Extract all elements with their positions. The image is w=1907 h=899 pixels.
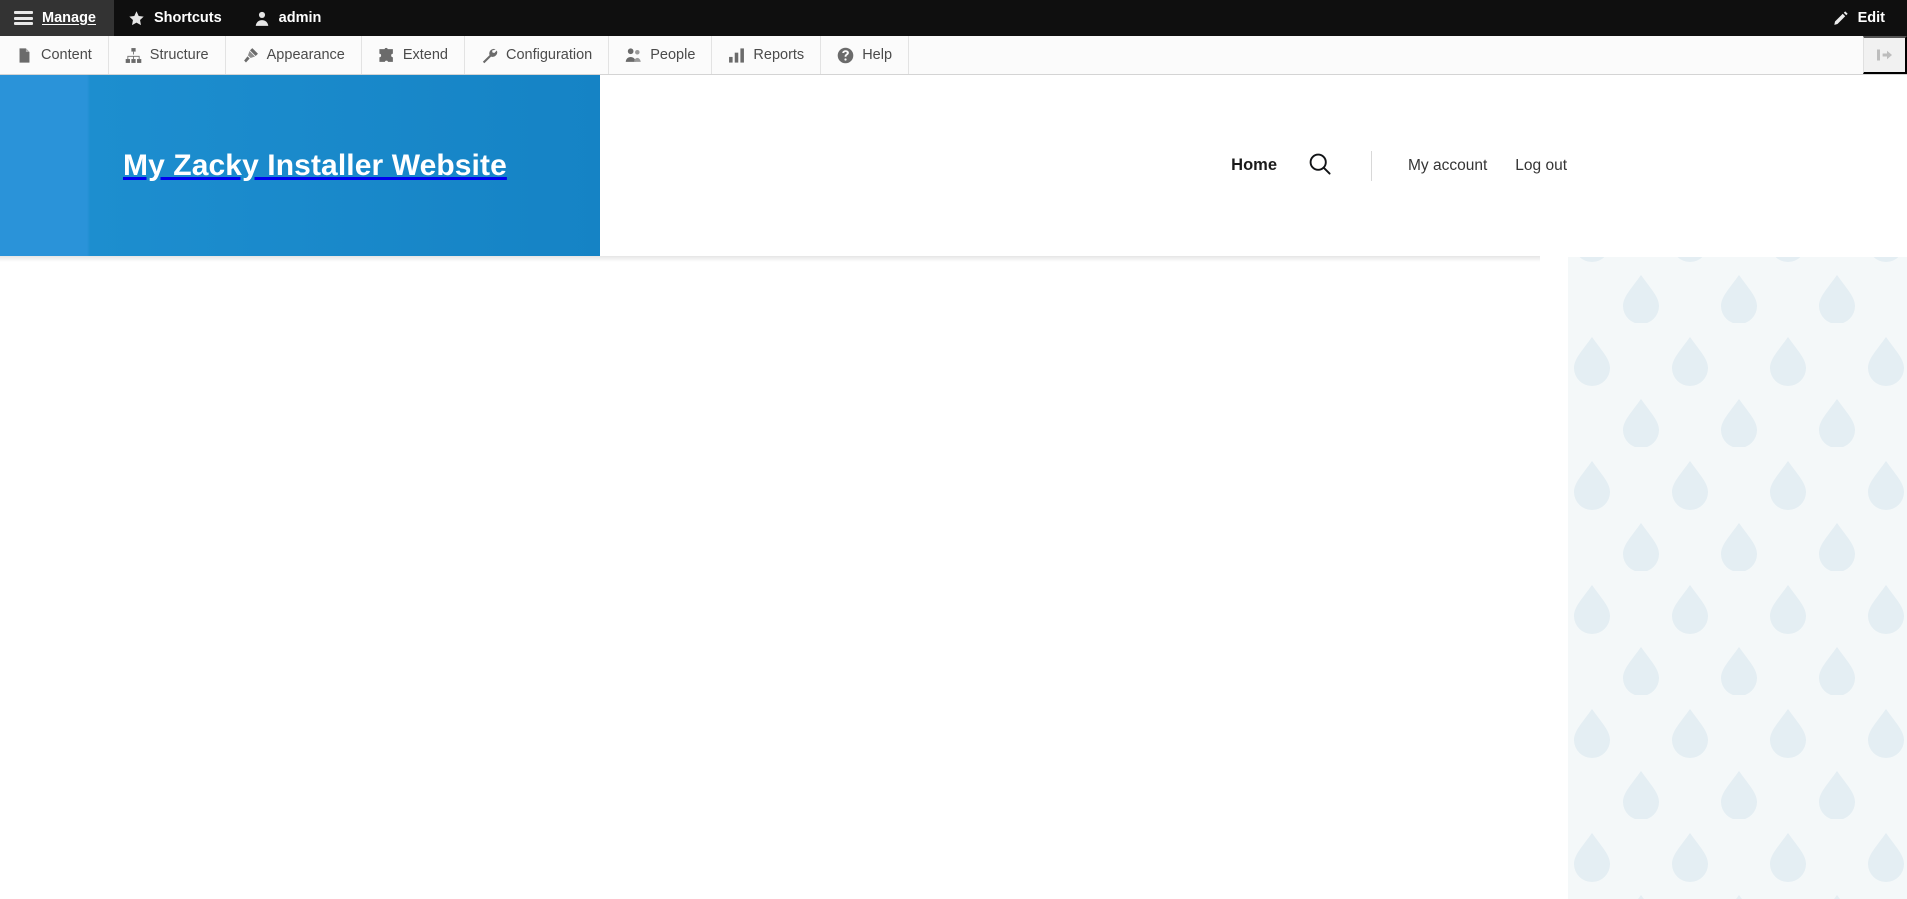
admin-menu-item-extend[interactable]: Extend (361, 36, 465, 74)
admin-menu-item-help-label: Help (862, 47, 893, 63)
toolbar-orientation-toggle-icon[interactable] (1863, 36, 1907, 74)
primary-navigation: Home (1231, 151, 1335, 181)
admin-menu-item-appearance[interactable]: Appearance (225, 36, 362, 74)
admin-menu-item-content[interactable]: Content (0, 36, 109, 74)
admin-menu-item-extend-label: Extend (402, 47, 448, 63)
admin-menu-item-structure[interactable]: Structure (108, 36, 226, 74)
admin-menu-item-reports[interactable]: Reports (712, 36, 822, 74)
toolbar-tab-shortcuts[interactable]: Shortcuts (114, 0, 240, 36)
admin-menu-bar: Content Structure Appearance Extend Conf… (0, 36, 1907, 75)
content-page-icon (16, 47, 33, 64)
admin-toolbar: Manage Shortcuts admin Edit (0, 0, 1907, 36)
main-content (0, 257, 1568, 899)
search-icon (1308, 152, 1332, 179)
search-button[interactable] (1305, 151, 1335, 181)
pencil-icon (1833, 10, 1849, 26)
star-icon (128, 10, 145, 27)
header-shadow (0, 256, 1540, 262)
toolbar-tab-account-label: admin (278, 9, 322, 26)
header-navigation: Home My account Log out (1231, 75, 1567, 256)
extend-puzzle-icon (378, 47, 395, 64)
admin-menu-spacer (909, 36, 1863, 74)
configuration-wrench-icon (481, 47, 498, 64)
appearance-brush-icon (242, 47, 259, 64)
admin-menu-item-configuration-label: Configuration (506, 47, 593, 63)
account-navigation: My account Log out (1408, 157, 1567, 175)
hamburger-icon (14, 11, 33, 25)
admin-menu-item-people-label: People (650, 47, 696, 63)
admin-menu-item-configuration[interactable]: Configuration (465, 36, 610, 74)
admin-menu-item-content-label: Content (41, 47, 92, 63)
admin-menu-item-appearance-label: Appearance (266, 47, 345, 63)
toolbar-tab-manage[interactable]: Manage (0, 0, 114, 36)
person-icon (254, 10, 270, 27)
admin-menu-item-structure-label: Structure (149, 47, 209, 63)
toolbar-tab-shortcuts-label: Shortcuts (154, 9, 222, 26)
nav-item-my-account[interactable]: My account (1408, 157, 1487, 175)
nav-item-home[interactable]: Home (1231, 156, 1277, 175)
reports-bars-icon (728, 47, 745, 64)
site-branding[interactable]: My Zacky Installer Website (0, 75, 600, 256)
structure-tree-icon (125, 47, 142, 64)
site-header: My Zacky Installer Website Home My accou… (0, 75, 1907, 262)
toolbar-tab-account[interactable]: admin (240, 0, 340, 36)
people-icon (625, 47, 642, 64)
toolbar-edit-label: Edit (1857, 9, 1885, 26)
toolbar-edit-button[interactable]: Edit (1819, 0, 1907, 36)
admin-menu-item-help[interactable]: Help (821, 36, 910, 74)
site-name: My Zacky Installer Website (123, 149, 507, 182)
nav-divider (1371, 150, 1373, 181)
help-question-icon (837, 47, 854, 64)
admin-menu-item-reports-label: Reports (753, 47, 805, 63)
admin-menu-item-people[interactable]: People (609, 36, 713, 74)
toolbar-tab-manage-label: Manage (42, 9, 96, 26)
nav-item-log-out[interactable]: Log out (1515, 157, 1567, 175)
